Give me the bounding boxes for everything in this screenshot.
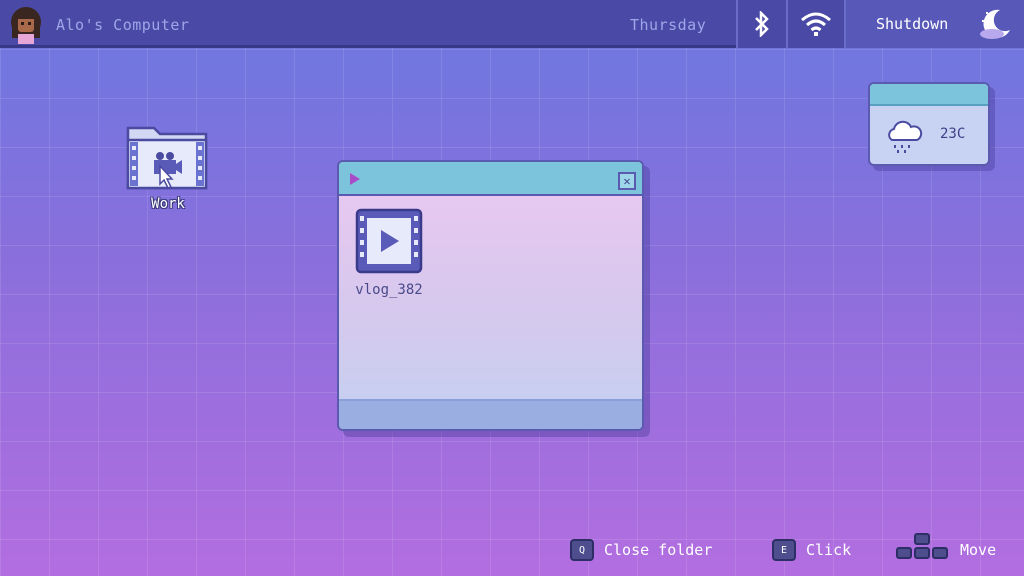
e-key-icon: E xyxy=(772,539,796,561)
moon-icon xyxy=(980,9,1010,39)
video-file-icon xyxy=(355,208,423,274)
shutdown-button[interactable]: Shutdown xyxy=(844,0,1024,48)
rain-cloud-icon xyxy=(888,120,923,153)
top-bar: Alo's Computer Thursday Shutdown xyxy=(0,0,1024,48)
q-key-icon: Q xyxy=(570,539,594,561)
computer-name: Alo's Computer xyxy=(56,16,190,34)
hint-move: Move xyxy=(894,533,997,563)
play-triangle-icon xyxy=(350,173,360,185)
video-folder-icon xyxy=(126,126,208,190)
bluetooth-icon xyxy=(755,11,769,37)
file-item-vlog[interactable]: vlog_382 xyxy=(347,208,431,304)
hint-close-folder: Q Close folder xyxy=(570,538,712,562)
day-label: Thursday xyxy=(630,16,707,34)
window-title-bar[interactable]: ✕ xyxy=(339,162,642,196)
weather-widget-header xyxy=(870,84,988,106)
hint-close-label: Close folder xyxy=(604,541,713,559)
desktop-icon-label: Work xyxy=(151,196,185,212)
window-status-bar xyxy=(339,399,642,429)
close-icon: ✕ xyxy=(623,174,631,188)
folder-window: ✕ vlog_382 xyxy=(337,160,644,431)
avatar-icon xyxy=(11,7,41,44)
desktop-icon-work[interactable]: Work xyxy=(124,122,212,214)
hint-click-label: Click xyxy=(806,541,852,559)
bluetooth-button[interactable] xyxy=(736,0,786,48)
wifi-icon xyxy=(801,12,831,36)
window-close-button[interactable]: ✕ xyxy=(618,172,636,190)
hint-click: E Click xyxy=(772,538,851,562)
hint-move-label: Move xyxy=(960,541,997,559)
wasd-keys-icon xyxy=(894,533,950,563)
weather-widget: 23C xyxy=(868,82,990,166)
file-label: vlog_382 xyxy=(355,282,423,298)
shutdown-label: Shutdown xyxy=(876,15,949,33)
wifi-button[interactable] xyxy=(786,0,844,48)
weather-temperature: 23C xyxy=(940,126,966,142)
